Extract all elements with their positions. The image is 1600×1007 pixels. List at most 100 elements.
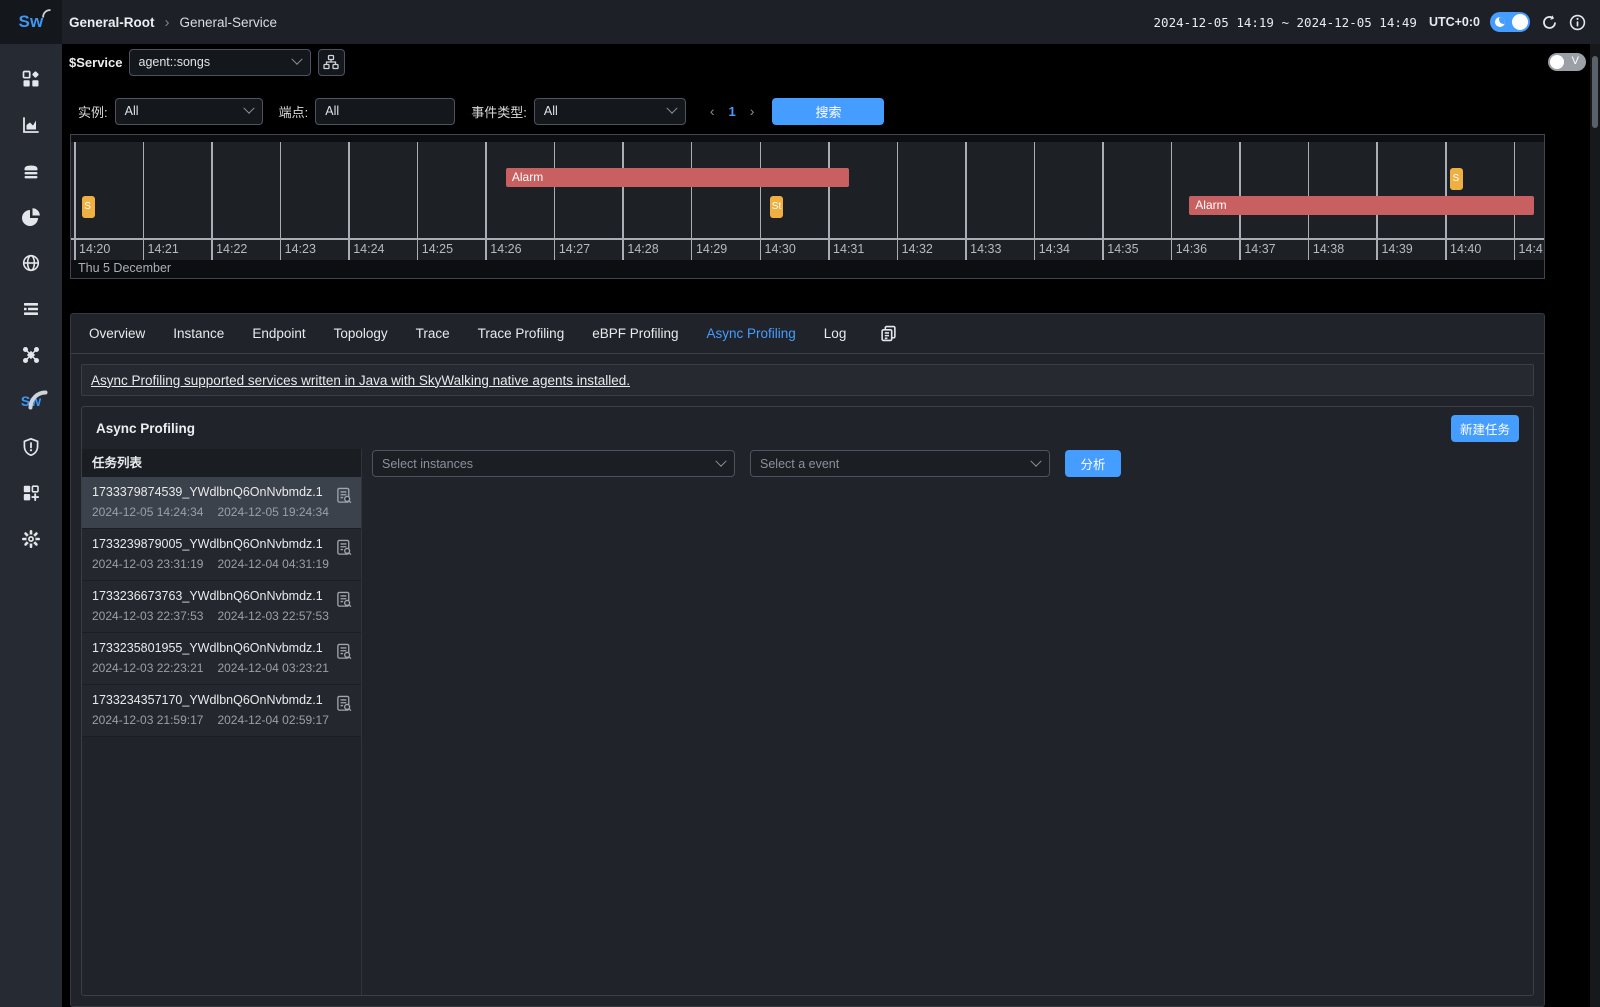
breadcrumb-current[interactable]: General-Service: [180, 15, 278, 30]
settings-gear-icon[interactable]: [21, 529, 41, 549]
moon-icon: [1495, 17, 1505, 27]
tab-overview[interactable]: Overview: [89, 326, 145, 341]
breadcrumb-root[interactable]: General-Root: [69, 15, 155, 30]
timeline-tick-label: 14:34: [1039, 242, 1070, 256]
topbar: General-Root › General-Service 2024-12-0…: [62, 0, 1600, 44]
event-type-filter-value: All: [544, 104, 558, 118]
skywalking-mini-icon[interactable]: Sw: [21, 391, 41, 411]
refresh-icon[interactable]: [1540, 13, 1558, 31]
chevron-down-icon: [1030, 455, 1041, 466]
service-topology-button[interactable]: [318, 49, 345, 76]
endpoint-filter-input[interactable]: [315, 98, 455, 125]
tab-async-profiling[interactable]: Async Profiling: [707, 326, 796, 341]
tab-ebpf-profiling[interactable]: eBPF Profiling: [592, 326, 678, 341]
instance-filter-select[interactable]: All: [115, 98, 263, 125]
pie-chart-icon[interactable]: [21, 207, 41, 227]
timeline-gridline: [1171, 142, 1173, 260]
page-scrollbar-thumb[interactable]: [1592, 56, 1598, 128]
timeline-gridline: [280, 142, 282, 260]
event-select-placeholder: Select a event: [760, 457, 839, 471]
charts-icon[interactable]: [21, 115, 41, 135]
task-list-item[interactable]: 1733234357170_YWdlbnQ6OnNvbmdz.1 2024-12…: [82, 685, 361, 737]
timeline-tick-label: 14:39: [1381, 242, 1412, 256]
globe-icon[interactable]: [21, 253, 41, 273]
event-select[interactable]: Select a event: [750, 450, 1050, 477]
timeline-tick-label: 14:40: [1450, 242, 1481, 256]
timeline-tick-label: 14:36: [1176, 242, 1207, 256]
version-toggle[interactable]: V: [1548, 53, 1586, 71]
event-badge[interactable]: St: [770, 196, 783, 218]
sidebar-nav: Sw: [21, 44, 41, 562]
task-id: 1733239879005_YWdlbnQ6OnNvbmdz.1: [92, 537, 353, 551]
event-type-filter-select[interactable]: All: [534, 98, 686, 125]
task-list-item[interactable]: 1733239879005_YWdlbnQ6OnNvbmdz.1 2024-12…: [82, 529, 361, 581]
dark-mode-toggle[interactable]: [1490, 12, 1530, 32]
tab-trace-profiling[interactable]: Trace Profiling: [478, 326, 565, 341]
widgets-plus-icon[interactable]: [21, 483, 41, 503]
chevron-down-icon: [715, 455, 726, 466]
timeline-gridline: [691, 142, 693, 260]
skywalking-logo: Sw: [19, 12, 44, 32]
timeline-axis-line: [71, 238, 1544, 240]
event-badge[interactable]: S: [82, 196, 95, 218]
task-detail-icon[interactable]: [336, 695, 353, 715]
task-list-item[interactable]: 1733236673763_YWdlbnQ6OnNvbmdz.1 2024-12…: [82, 581, 361, 633]
search-button[interactable]: 搜索: [772, 98, 884, 125]
version-toggle-label: V: [1572, 55, 1579, 67]
timeline-gridline: [760, 142, 762, 260]
tab-instance[interactable]: Instance: [173, 326, 224, 341]
timeline-tick-label: 14:27: [559, 242, 590, 256]
tab-endpoint[interactable]: Endpoint: [252, 326, 305, 341]
analyze-button[interactable]: 分析: [1065, 450, 1121, 477]
dashboard-icon[interactable]: [21, 69, 41, 89]
event-type-filter-label: 事件类型:: [471, 102, 527, 121]
timeline-gridline: [622, 142, 624, 260]
task-id: 1733234357170_YWdlbnQ6OnNvbmdz.1: [92, 693, 353, 707]
task-end-time: 2024-12-04 04:31:19: [217, 557, 328, 571]
alarm-event-bar[interactable]: Alarm: [1189, 196, 1534, 215]
new-task-button[interactable]: 新建任务: [1451, 415, 1519, 442]
task-list-item[interactable]: 1733235801955_YWdlbnQ6OnNvbmdz.1 2024-12…: [82, 633, 361, 685]
info-icon[interactable]: [1568, 13, 1586, 31]
timeline-gridline: [828, 142, 830, 260]
tab-trace[interactable]: Trace: [416, 326, 450, 341]
service-label: $Service: [69, 55, 123, 70]
alarm-event-bar[interactable]: Alarm: [506, 168, 849, 187]
task-start-time: 2024-12-05 14:24:34: [92, 505, 203, 519]
logo-cell[interactable]: Sw: [0, 0, 62, 44]
task-detail-icon[interactable]: [336, 539, 353, 559]
instances-select[interactable]: Select instances: [372, 450, 735, 477]
profiling-doc-link[interactable]: Async Profiling supported services writt…: [91, 373, 630, 388]
tabs: Overview Instance Endpoint Topology Trace Tra…: [71, 314, 1544, 354]
task-detail-icon[interactable]: [336, 591, 353, 611]
task-start-time: 2024-12-03 23:31:19: [92, 557, 203, 571]
task-detail-icon[interactable]: [336, 487, 353, 507]
timeline-tick-label: 14:29: [696, 242, 727, 256]
next-page-button[interactable]: ›: [750, 103, 755, 119]
alarm-shield-icon[interactable]: [21, 437, 41, 457]
timeline-gridline: [417, 142, 419, 260]
chevron-down-icon: [243, 103, 254, 114]
time-range[interactable]: 2024-12-05 14:19 ~ 2024-12-05 14:49: [1154, 15, 1417, 30]
event-timeline[interactable]: 14:2014:2114:2214:2314:2414:2514:2614:27…: [70, 134, 1545, 279]
pagination: ‹ 1 ›: [710, 103, 755, 119]
task-list-item[interactable]: 1733379874539_YWdlbnQ6OnNvbmdz.1 2024-12…: [82, 477, 361, 529]
instance-filter-value: All: [125, 104, 139, 118]
task-id: 1733379874539_YWdlbnQ6OnNvbmdz.1: [92, 485, 353, 499]
page-number[interactable]: 1: [729, 104, 736, 119]
page-scrollbar-track[interactable]: [1590, 44, 1600, 1007]
timeline-tick-label: 14:33: [970, 242, 1001, 256]
layers-icon[interactable]: [21, 161, 41, 181]
service-select[interactable]: agent::songs: [129, 49, 311, 76]
list-icon[interactable]: [21, 299, 41, 319]
tab-log[interactable]: Log: [824, 326, 847, 341]
timeline-gridline: [1034, 142, 1036, 260]
topology-icon[interactable]: [21, 345, 41, 365]
instance-filter-label: 实例:: [78, 102, 108, 121]
tab-topology[interactable]: Topology: [334, 326, 388, 341]
copy-icon[interactable]: [880, 325, 897, 342]
event-badge[interactable]: S: [1450, 168, 1463, 190]
prev-page-button[interactable]: ‹: [710, 103, 715, 119]
task-detail-icon[interactable]: [336, 643, 353, 663]
task-list: 1733379874539_YWdlbnQ6OnNvbmdz.1 2024-12…: [82, 477, 361, 737]
